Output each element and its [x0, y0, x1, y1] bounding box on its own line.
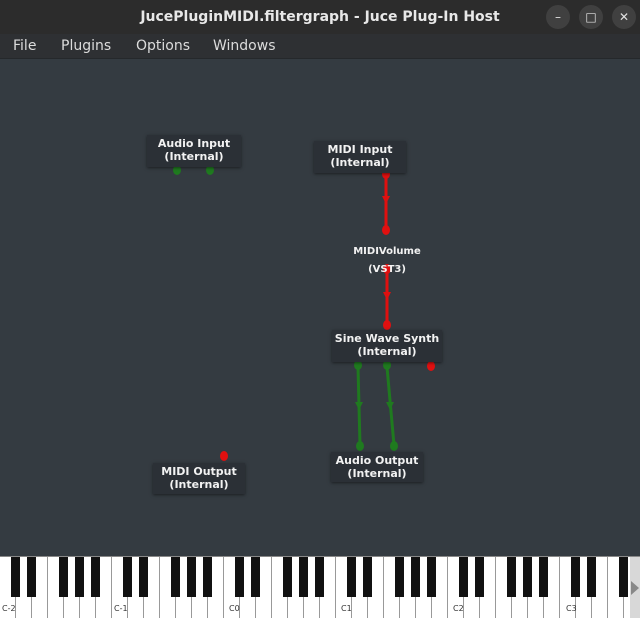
octave-label: C-1: [114, 604, 128, 613]
black-key[interactable]: [59, 557, 68, 597]
node-audio-input[interactable]: Audio Input (Internal): [147, 135, 241, 167]
black-key[interactable]: [203, 557, 212, 597]
black-key[interactable]: [507, 557, 516, 597]
plugin-host-window: JucePluginMIDI.filtergraph - Juce Plug-I…: [0, 0, 640, 618]
maximize-button[interactable]: □: [579, 5, 603, 29]
audio-input-pin[interactable]: [356, 441, 364, 451]
node-midi-output[interactable]: MIDI Output (Internal): [153, 463, 245, 494]
node-midi-volume[interactable]: MIDIVolume (VST3): [337, 243, 437, 275]
midi-input-pin[interactable]: [382, 225, 390, 235]
node-sine-wave-synth[interactable]: Sine Wave Synth (Internal): [332, 330, 442, 362]
black-key[interactable]: [299, 557, 308, 597]
black-key[interactable]: [395, 557, 404, 597]
black-key[interactable]: [523, 557, 532, 597]
node-subtitle: (Internal): [330, 156, 390, 169]
window-title: JucePluginMIDI.filtergraph - Juce Plug-I…: [140, 9, 500, 25]
black-key[interactable]: [411, 557, 420, 597]
arrow-icon: [383, 292, 391, 300]
black-key[interactable]: [187, 557, 196, 597]
node-audio-output[interactable]: Audio Output (Internal): [331, 452, 423, 482]
title-bar[interactable]: JucePluginMIDI.filtergraph - Juce Plug-I…: [0, 0, 640, 34]
arrow-icon: [355, 402, 363, 410]
node-title: Audio Input: [157, 137, 231, 150]
black-key[interactable]: [283, 557, 292, 597]
node-subtitle: (Internal): [357, 345, 417, 358]
connection-layer: [173, 165, 435, 461]
octave-label: C1: [341, 604, 352, 613]
node-title: MIDI Output: [161, 465, 237, 478]
node-midi-input[interactable]: MIDI Input (Internal): [314, 141, 406, 173]
black-key[interactable]: [235, 557, 244, 597]
arrow-icon: [382, 196, 390, 204]
midi-output-pin[interactable]: [427, 361, 435, 371]
black-key[interactable]: [587, 557, 596, 597]
black-key[interactable]: [571, 557, 580, 597]
black-key[interactable]: [75, 557, 84, 597]
black-key[interactable]: [11, 557, 20, 597]
midi-input-pin[interactable]: [220, 451, 228, 461]
menu-windows[interactable]: Windows: [213, 34, 276, 58]
minimize-button[interactable]: –: [546, 5, 570, 29]
node-subtitle: (Internal): [164, 150, 224, 163]
close-button[interactable]: ✕: [612, 5, 636, 29]
octave-label: C3: [566, 604, 577, 613]
black-key[interactable]: [427, 557, 436, 597]
black-key[interactable]: [363, 557, 372, 597]
black-key[interactable]: [619, 557, 628, 597]
node-subtitle: (Internal): [347, 467, 407, 480]
node-title: Audio Output: [335, 454, 419, 467]
node-subtitle: (Internal): [169, 478, 229, 491]
menu-file[interactable]: File: [13, 34, 36, 58]
graph-canvas[interactable]: Audio Input (Internal) MIDI Input (Inter…: [0, 59, 640, 556]
chevron-right-icon: [631, 581, 639, 595]
midi-input-pin[interactable]: [383, 320, 391, 330]
black-key[interactable]: [27, 557, 36, 597]
black-key[interactable]: [251, 557, 260, 597]
black-key[interactable]: [347, 557, 356, 597]
menu-bar: File Plugins Options Windows: [0, 34, 640, 59]
arrow-icon: [386, 402, 394, 410]
octave-label: C0: [229, 604, 240, 613]
node-title: MIDIVolume (VST3): [353, 246, 421, 275]
menu-options[interactable]: Options: [136, 34, 190, 58]
black-key[interactable]: [139, 557, 148, 597]
black-key[interactable]: [315, 557, 324, 597]
black-key[interactable]: [171, 557, 180, 597]
black-key[interactable]: [459, 557, 468, 597]
audio-input-pin[interactable]: [390, 441, 398, 451]
node-title: MIDI Input: [327, 143, 393, 156]
midi-keyboard[interactable]: C-2 C-1 C0 C1 C2 C3: [0, 556, 640, 618]
octave-label: C-2: [2, 604, 16, 613]
octave-label: C2: [453, 604, 464, 613]
black-key[interactable]: [475, 557, 484, 597]
black-key[interactable]: [91, 557, 100, 597]
keyboard-scroll-right-button[interactable]: [630, 557, 640, 618]
menu-plugins[interactable]: Plugins: [61, 34, 111, 58]
black-key[interactable]: [123, 557, 132, 597]
black-key[interactable]: [539, 557, 548, 597]
node-title: Sine Wave Synth: [334, 332, 440, 345]
